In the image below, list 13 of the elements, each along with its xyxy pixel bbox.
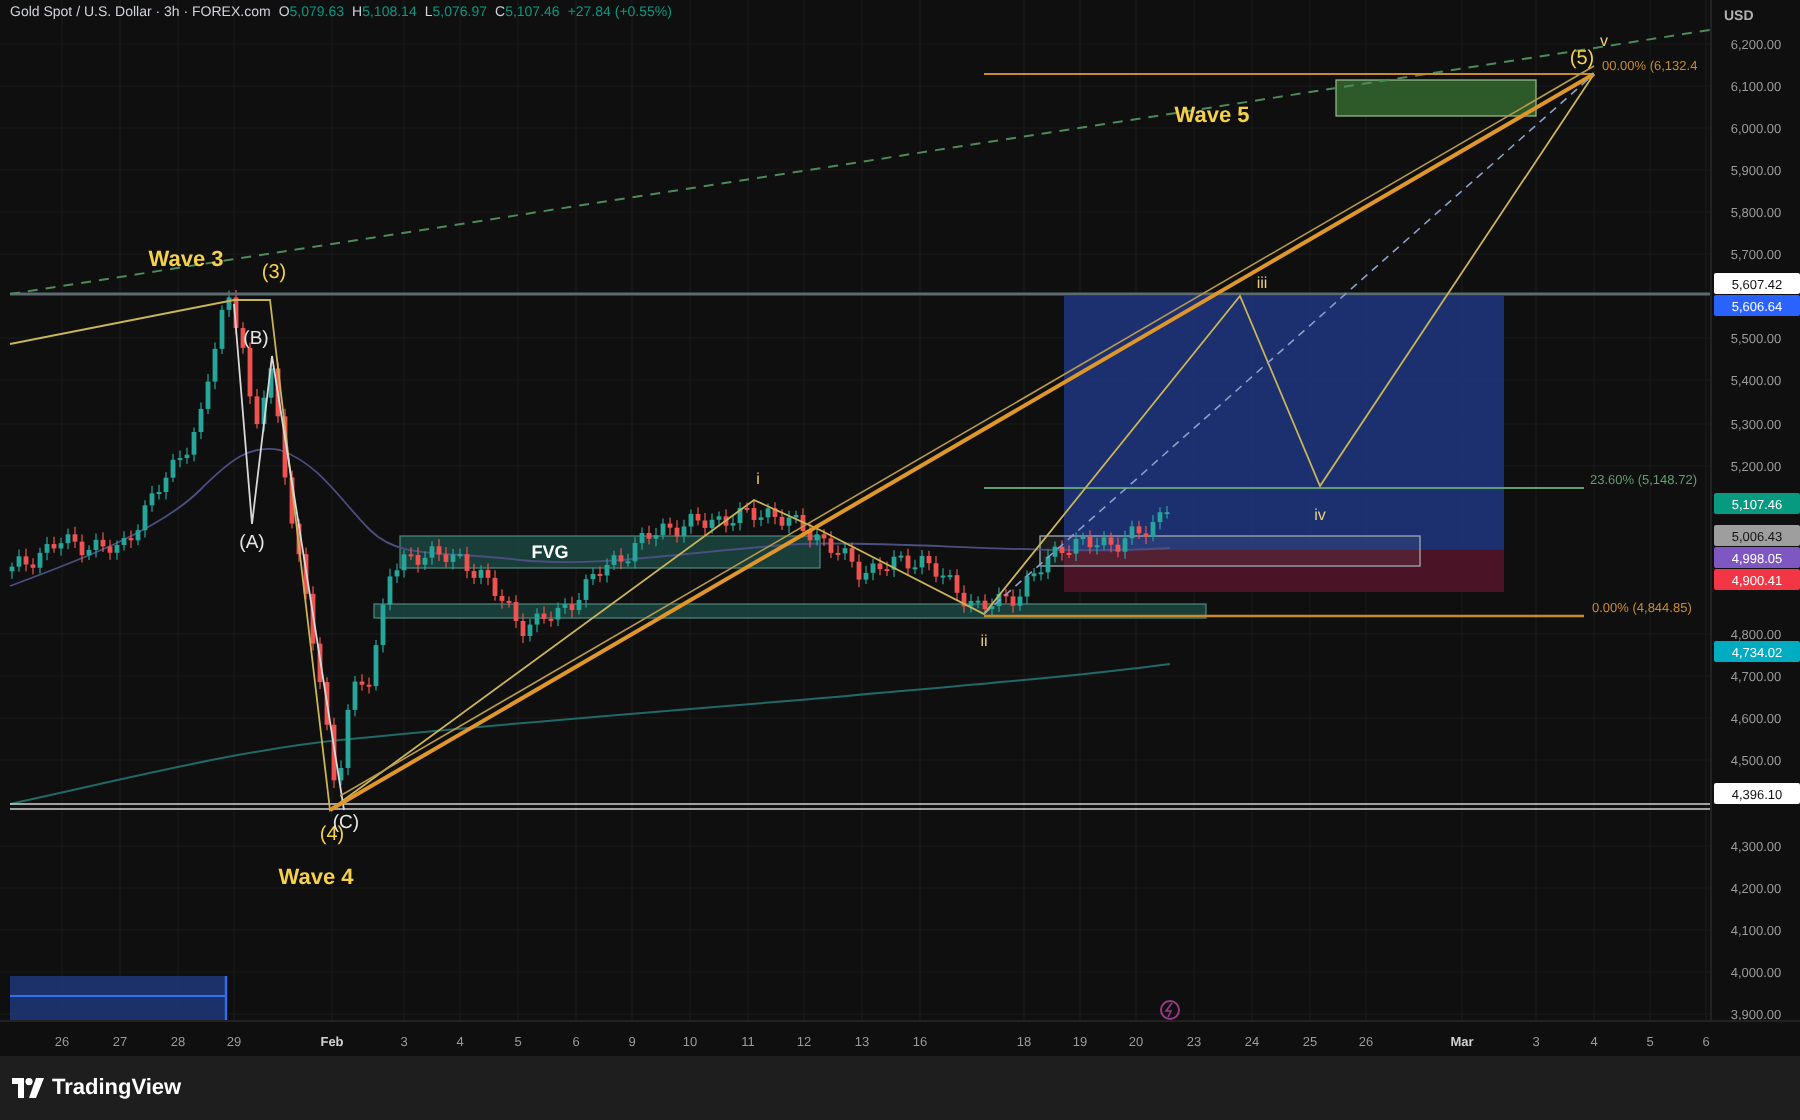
wave-label: (A): [239, 532, 265, 554]
wave-label: iv: [1314, 506, 1326, 524]
wave-label: Wave 4: [278, 866, 354, 890]
wave-label: ii: [980, 632, 988, 650]
wave-label: Wave 5: [1174, 104, 1250, 128]
wave-label: iii: [1256, 274, 1268, 292]
zone-label: FVG: [531, 542, 569, 562]
wave-label: Wave 3: [148, 248, 224, 272]
wave-label: (5): [1569, 48, 1595, 70]
wave-label: (3): [261, 262, 287, 284]
wave-label: v: [1600, 32, 1608, 50]
wave-label: i: [756, 470, 760, 488]
brand-name: TradingView: [52, 1073, 182, 1104]
